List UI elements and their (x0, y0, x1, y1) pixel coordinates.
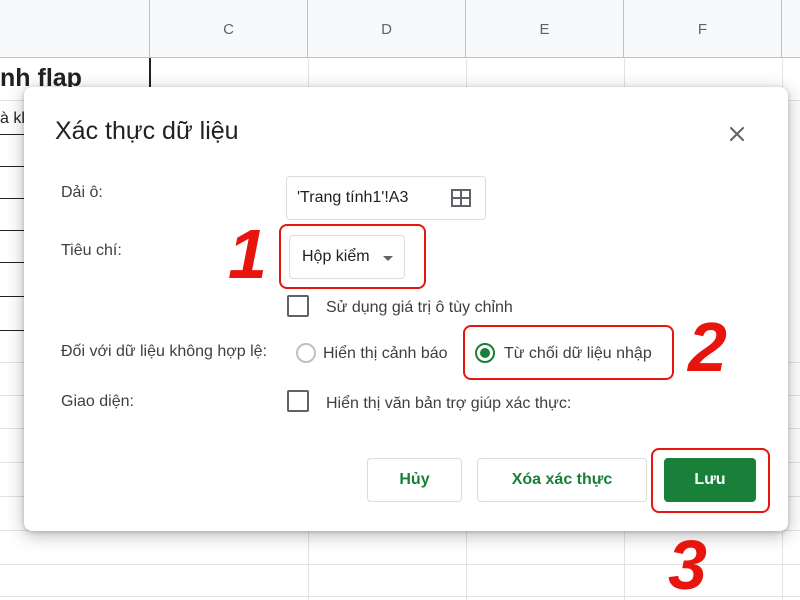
range-label: Dải ô: (61, 184, 103, 201)
radio-show-warning-label: Hiển thị cảnh báo (323, 345, 448, 362)
column-header-d[interactable]: D (308, 0, 466, 58)
range-input[interactable]: 'Trang tính1'!A3 (286, 176, 486, 220)
radio-show-warning[interactable] (296, 343, 316, 363)
highlight-criteria (279, 224, 426, 289)
remove-validation-button[interactable]: Xóa xác thực (477, 458, 647, 502)
criteria-label: Tiêu chí: (61, 242, 122, 259)
grid-select-icon[interactable] (451, 189, 471, 207)
invalid-data-label: Đối với dữ liệu không hợp lệ: (61, 343, 268, 360)
close-icon (730, 127, 744, 141)
highlight-reject-input (463, 325, 674, 380)
custom-values-checkbox[interactable] (287, 295, 309, 317)
step-number-1: 1 (228, 215, 267, 293)
highlight-save (651, 448, 770, 513)
column-header-f[interactable]: F (624, 0, 782, 58)
step-number-2: 2 (688, 308, 727, 386)
help-text-label: Hiển thị văn bản trợ giúp xác thực: (326, 395, 572, 412)
cell-sub-text: à kl (0, 110, 25, 127)
column-header-row: C D E F (0, 0, 800, 58)
column-header-c[interactable]: C (150, 0, 308, 58)
help-text-checkbox[interactable] (287, 390, 309, 412)
step-number-3: 3 (668, 526, 707, 600)
cancel-button[interactable]: Hủy (367, 458, 462, 502)
appearance-label: Giao diện: (61, 393, 134, 410)
column-header-b[interactable] (0, 0, 150, 58)
close-button[interactable] (724, 121, 750, 147)
dialog-title: Xác thực dữ liệu (55, 117, 239, 145)
custom-values-label: Sử dụng giá trị ô tùy chỉnh (326, 299, 513, 316)
column-header-e[interactable]: E (466, 0, 624, 58)
range-value: 'Trang tính1'!A3 (297, 189, 409, 206)
